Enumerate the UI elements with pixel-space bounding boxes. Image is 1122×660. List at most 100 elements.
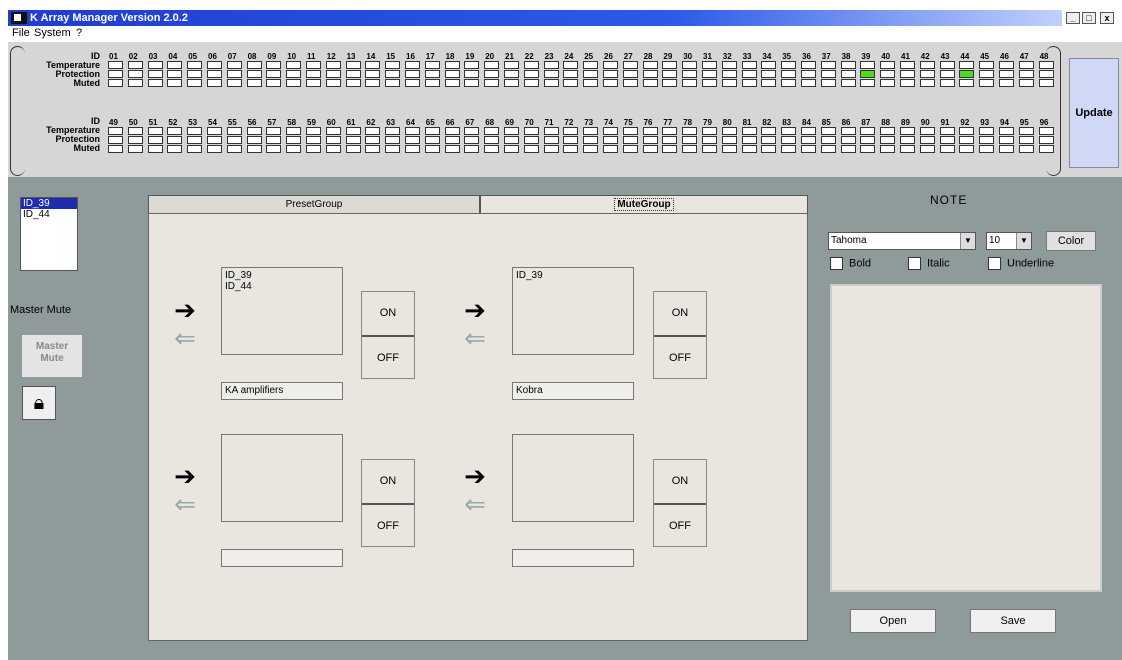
protection-cell: [781, 70, 797, 78]
temperature-cell: [523, 61, 539, 69]
muted-cell: [385, 145, 401, 153]
italic-checkbox[interactable]: Italic: [908, 257, 950, 270]
chevron-down-icon[interactable]: ▼: [960, 233, 975, 249]
checkbox-box[interactable]: [988, 257, 1001, 270]
group-tabs: PresetGroup MuteGroup: [148, 195, 808, 215]
temperature-cell: [959, 61, 975, 69]
device-id-number: 96: [1039, 118, 1049, 127]
group-members-box[interactable]: ID_39 ID_44: [221, 267, 343, 355]
italic-label: Italic: [927, 257, 950, 270]
group-on-off: ON OFF: [653, 459, 707, 547]
temperature-cell: [266, 127, 282, 135]
muted-cell: [504, 145, 519, 153]
protection-cell: [761, 70, 777, 78]
menu-system[interactable]: System: [34, 27, 71, 39]
lock-button[interactable]: 🔒︎: [22, 386, 56, 420]
remove-arrow-icon[interactable]: ⇐: [169, 325, 201, 351]
muted-cell: [147, 79, 163, 87]
checkbox-box[interactable]: [830, 257, 843, 270]
device-id-number: 69: [505, 118, 514, 127]
protection-cell: [127, 136, 143, 144]
temperature-cell: [325, 127, 341, 135]
muted-cell: [286, 145, 302, 153]
group-name-field[interactable]: KA amplifiers: [221, 382, 343, 400]
group-on-button[interactable]: ON: [362, 460, 414, 505]
muted-cell: [345, 79, 361, 87]
device-id-number: 55: [227, 118, 237, 127]
group-members-box[interactable]: ID_39: [512, 267, 634, 355]
tab-mutegroup[interactable]: MuteGroup: [480, 195, 808, 213]
device-id-list[interactable]: ID_39 ID_44: [20, 197, 78, 271]
underline-label: Underline: [1007, 257, 1055, 270]
remove-arrow-icon[interactable]: ⇐: [459, 325, 491, 351]
device-id-number: 18: [445, 52, 455, 61]
protection-cell: [523, 70, 539, 78]
temperature-cell: [563, 61, 579, 69]
close-button[interactable]: x: [1100, 12, 1114, 24]
tab-presetgroup[interactable]: PresetGroup: [148, 195, 480, 213]
protection-cell: [939, 136, 955, 144]
add-arrow-icon[interactable]: ➔: [169, 463, 201, 489]
group-off-button[interactable]: OFF: [362, 337, 414, 380]
font-select[interactable]: Tahoma ▼: [828, 232, 976, 250]
font-size-select[interactable]: 10 ▼: [986, 232, 1032, 250]
temperature-cell: [979, 61, 995, 69]
note-text-area[interactable]: [830, 284, 1102, 592]
group-off-button[interactable]: OFF: [654, 337, 706, 380]
remove-arrow-icon[interactable]: ⇐: [459, 491, 491, 517]
group-members-box[interactable]: [221, 434, 343, 522]
device-id-number: 65: [425, 118, 435, 127]
group-off-button[interactable]: OFF: [654, 505, 706, 548]
protection-cell: [187, 136, 203, 144]
protection-cell: [1018, 136, 1034, 144]
list-item[interactable]: ID_44: [21, 209, 77, 220]
group-on-button[interactable]: ON: [654, 460, 706, 505]
add-arrow-icon[interactable]: ➔: [459, 463, 491, 489]
muted-cell: [959, 145, 975, 153]
add-arrow-icon[interactable]: ➔: [169, 297, 201, 323]
device-id-number: 37: [821, 52, 831, 61]
list-item[interactable]: ID_39: [21, 198, 77, 209]
protection-cell: [108, 70, 123, 78]
muted-cell: [801, 79, 816, 87]
protection-cell: [900, 70, 915, 78]
note-title: NOTE: [930, 193, 968, 207]
protection-cell: [325, 136, 341, 144]
menu-file[interactable]: File: [12, 27, 30, 39]
protection-cell: [325, 70, 341, 78]
temperature-cell: [761, 61, 777, 69]
protection-cell: [543, 70, 559, 78]
save-button[interactable]: Save: [970, 609, 1056, 633]
bold-checkbox[interactable]: Bold: [830, 257, 871, 270]
muted-cell: [365, 79, 381, 87]
checkbox-box[interactable]: [908, 257, 921, 270]
group-name-field[interactable]: [512, 549, 634, 567]
group-on-button[interactable]: ON: [362, 292, 414, 337]
add-arrow-icon[interactable]: ➔: [459, 297, 491, 323]
color-button[interactable]: Color: [1046, 231, 1096, 251]
minimize-button[interactable]: _: [1066, 12, 1080, 24]
underline-checkbox[interactable]: Underline: [988, 257, 1054, 270]
group-name-field[interactable]: [221, 549, 343, 567]
open-button[interactable]: Open: [850, 609, 936, 633]
muted-cell: [919, 79, 935, 87]
maximize-button[interactable]: □: [1082, 12, 1096, 24]
group-name-field[interactable]: Kobra: [512, 382, 634, 400]
update-button[interactable]: Update: [1069, 58, 1119, 168]
group-off-button[interactable]: OFF: [362, 505, 414, 548]
protection-cell: [741, 70, 757, 78]
group-members-box[interactable]: [512, 434, 634, 522]
master-mute-button[interactable]: Master Mute: [21, 334, 83, 378]
device-id-number: 63: [386, 118, 396, 127]
window-controls: _ □ x: [1062, 10, 1122, 26]
muted-cell: [523, 145, 539, 153]
group-on-button[interactable]: ON: [654, 292, 706, 337]
device-id-number: 79: [703, 118, 712, 127]
muted-cell: [622, 79, 638, 87]
remove-arrow-icon[interactable]: ⇐: [169, 491, 201, 517]
temperature-cell: [385, 61, 401, 69]
temperature-cell: [919, 127, 935, 135]
chevron-down-icon[interactable]: ▼: [1016, 233, 1031, 249]
font-size-value: 10: [989, 235, 1001, 246]
menu-help[interactable]: ?: [76, 27, 82, 39]
